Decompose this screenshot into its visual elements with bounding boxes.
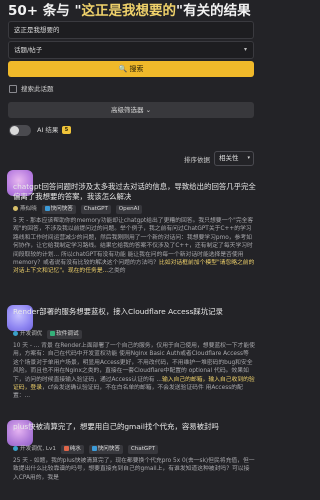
result-meta: 开发调优 软件调试 xyxy=(13,329,82,340)
search-topic-label: 搜索此话题 xyxy=(21,85,54,93)
tag-label: 快问快答 xyxy=(97,446,121,452)
excerpt-tail: ，cf会发送确认验证码，不在白名单的邮箱，不会发送验证码件 用Access的配置… xyxy=(13,385,243,400)
category-dot-icon xyxy=(13,446,18,451)
result-title[interactable]: Render部署的服务想要蓝权，接入Cloudflare Access踩坑记录 xyxy=(13,307,259,317)
chevron-down-icon: ▾ xyxy=(247,155,250,161)
excerpt-text: 5 天 - 那本应该帮助你的memory功能却让chatgpt给出了更糟的回答。… xyxy=(13,218,254,267)
result-author[interactable]: 燕似晓 xyxy=(20,206,37,212)
category-dot-icon xyxy=(13,206,18,211)
search-button-label: 搜索 xyxy=(129,65,144,73)
ai-results-label: AI 结果 xyxy=(37,126,59,134)
ai-results-toggle[interactable] xyxy=(9,125,31,136)
advanced-filter-label: 高级筛选器 xyxy=(110,106,144,114)
result-title[interactable]: plus快被清算完了，想要用自己的gmail找个代充，容易被封吗 xyxy=(13,422,259,432)
title-prefix: 50+ 条与 " xyxy=(8,3,82,19)
page-title: 50+ 条与 "这正是我想要的"有关的结果 xyxy=(8,2,256,20)
search-results-page: 50+ 条与 "这正是我想要的"有关的结果 这正是我想要的 话题/帖子 ▾ 🔍 … xyxy=(0,0,262,500)
sort-select[interactable]: 相关性 ▾ xyxy=(214,151,254,166)
result-title[interactable]: chatgpt回答问题时涉及太多我过去对话的信息，导致给出的回答几乎完全偏离了我… xyxy=(13,182,259,202)
result-excerpt: 5 天 - 那本应该帮助你的memory功能却让chatgpt给出了更糟的回答。… xyxy=(13,217,255,293)
tag-chatgpt[interactable]: ChatGPT xyxy=(80,205,111,214)
search-input[interactable]: 这正是我想要的 xyxy=(8,21,254,39)
toggle-knob xyxy=(10,126,19,135)
category-dot-icon xyxy=(13,331,18,336)
result-author[interactable]: 开发调优 xyxy=(20,331,42,337)
title-suffix: "有关的结果 xyxy=(176,3,251,19)
sort-select-value: 相关性 xyxy=(219,154,239,162)
search-icon: 🔍 xyxy=(118,65,128,73)
title-query: 这正是我想要的 xyxy=(81,3,177,19)
category-tag-label: 纯水 xyxy=(69,446,81,452)
advanced-filter-button[interactable]: 高级筛选器 ⌄ xyxy=(8,102,254,118)
result-excerpt: 25 天 - 如题，我的plus快被清算完了，现在都要换个代充pro 5x 0(… xyxy=(13,457,255,499)
chevron-down-icon: ⌄ xyxy=(145,106,152,114)
category-tag[interactable]: 软件调试 xyxy=(47,330,82,339)
search-input-value: 这正是我想要的 xyxy=(14,26,60,34)
tag-chatgpt[interactable]: ChatGPT xyxy=(127,445,159,454)
category-tag-label: 软件调试 xyxy=(56,331,79,337)
ai-results-badge: 5 xyxy=(62,126,71,134)
excerpt-text: 25 天 - 如题，我的plus快被清算完了，现在都要换个代充pro 5x 0(… xyxy=(13,458,255,481)
category-tag[interactable]: 快问快答 xyxy=(41,205,76,214)
result-meta: 燕似晓 快问快答 ChatGPT OpenAI xyxy=(13,204,143,215)
search-button[interactable]: 🔍 搜索 xyxy=(8,61,254,77)
category-square-icon xyxy=(50,331,56,336)
category-square-icon xyxy=(91,446,97,451)
sort-label: 排序依据 xyxy=(184,156,210,164)
excerpt-tail: 之类的 xyxy=(108,268,126,275)
category-square-icon xyxy=(63,446,69,451)
tag-openai[interactable]: OpenAI xyxy=(115,205,143,214)
result-author[interactable]: 开发调优, Lv1 xyxy=(20,446,56,452)
result-meta: 开发调优, Lv1 纯水 快问快答 ChatGPT xyxy=(13,444,159,455)
category-select-value: 话题/帖子 xyxy=(14,46,43,54)
tag-quick-qa[interactable]: 快问快答 xyxy=(88,445,124,454)
category-select[interactable]: 话题/帖子 ▾ xyxy=(8,41,254,59)
category-tag[interactable]: 纯水 xyxy=(60,445,84,454)
chevron-down-icon: ▾ xyxy=(243,46,247,53)
category-square-icon xyxy=(44,206,50,211)
result-excerpt: 10 天 - ... 背景 在Render上面部署了一个自己的服务，仅用于自己使… xyxy=(13,342,255,418)
search-topic-checkbox[interactable] xyxy=(9,85,17,93)
category-tag-label: 快问快答 xyxy=(50,206,73,212)
